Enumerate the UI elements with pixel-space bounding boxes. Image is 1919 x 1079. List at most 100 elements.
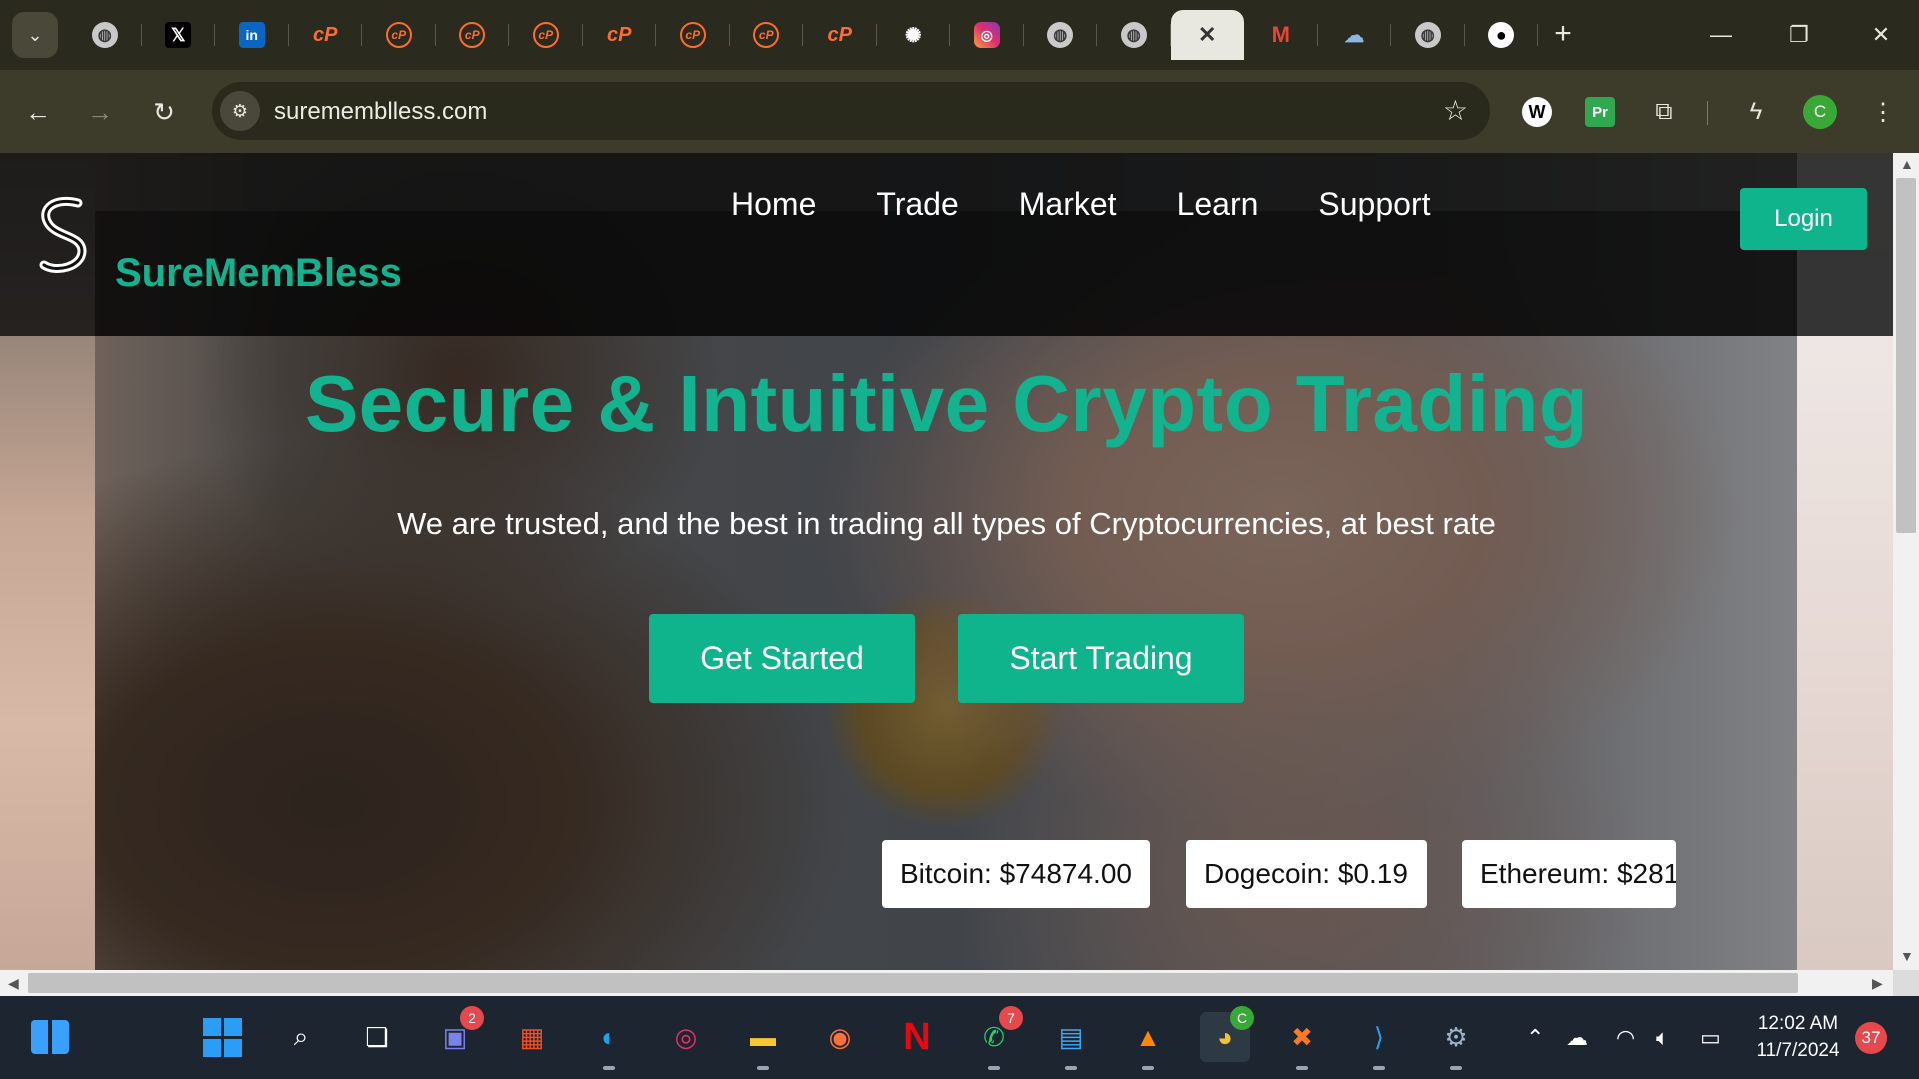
premiere-extension-icon[interactable]: Pr [1585,97,1615,127]
vscode-icon[interactable]: ⟩ [1354,1012,1404,1070]
browser-tab[interactable]: ✕ [1170,10,1244,60]
close-icon[interactable]: ✕ [1194,22,1220,48]
browser-tab[interactable]: in [215,10,289,60]
file-explorer-icon[interactable]: ▬ [738,1012,788,1070]
browser-tab[interactable]: ☁ [1318,10,1392,60]
browser-tab[interactable]: ◍ [68,10,142,60]
browser-tab[interactable]: cP [436,10,510,60]
chrome-icon[interactable]: ◕ C [1200,1006,1254,1062]
xampp-icon[interactable]: ✖ [1277,1012,1327,1070]
browser-tab[interactable]: ◎ [950,10,1024,60]
browser-tab[interactable]: cP [730,10,804,60]
whatsapp-icon[interactable]: ✆ 7 [969,1006,1023,1070]
nav-learn[interactable]: Learn [1177,186,1259,223]
cpanel-icon: cP [607,23,632,46]
reload-button[interactable]: ↻ [144,92,184,132]
cpanel-circle-icon: cP [459,22,486,48]
firefox-icon[interactable]: ◉ [815,1012,865,1062]
performance-icon[interactable]: ϟ [1736,92,1776,132]
nav-market[interactable]: Market [1019,186,1117,223]
profile-avatar[interactable]: C [1803,95,1837,129]
teams-icon[interactable]: ▣ 2 [430,1006,484,1062]
globe-icon: ◍ [1047,22,1074,48]
price-card-bitcoin: Bitcoin: $74874.00 [882,840,1150,908]
netflix-icon[interactable]: N [892,1012,942,1062]
minimize-button[interactable]: — [1691,12,1751,58]
browser-tab[interactable]: ◍ [1097,10,1171,60]
volume-icon[interactable]: 🔈︎ [1656,1025,1669,1051]
browser-tab[interactable]: ● [1465,10,1539,60]
browser-tab[interactable]: cP [656,10,730,60]
cpanel-circle-icon: cP [753,22,780,48]
vertical-scroll-thumb[interactable] [1896,178,1916,533]
chatgpt-icon: ✺ [904,24,922,47]
search-icon[interactable]: ⌕ [276,1012,326,1062]
globe-icon: ◍ [91,22,118,48]
task-view-icon[interactable]: ❏ [352,1012,402,1062]
cpanel-circle-icon: cP [385,22,412,48]
restore-button[interactable]: ❐ [1769,12,1829,58]
browser-tab[interactable]: M [1244,10,1318,60]
windows-start-icon[interactable] [197,1012,247,1062]
globe-icon: ◍ [1414,22,1441,48]
menu-kebab-icon[interactable]: ⋮ [1863,92,1903,132]
chrome-profile-badge: C [1230,1006,1254,1030]
browser-tab[interactable]: ◍ [1391,10,1465,60]
browser-tab[interactable]: cP [509,10,583,60]
brand-logo-icon[interactable] [34,195,94,285]
restore-icon: ❐ [1789,22,1809,47]
extensions-puzzle-icon[interactable]: ⧉ [1644,92,1684,132]
cloud-icon: ☁ [1344,24,1365,47]
site-info-button[interactable]: ⚙ [220,91,260,131]
whatsapp-badge: 7 [999,1006,1023,1030]
browser-tab[interactable]: cP [803,10,877,60]
vlc-icon[interactable]: ▲ [1123,1012,1173,1070]
wifi-icon[interactable]: ◠ [1616,1025,1635,1051]
wordpress-extension-icon[interactable]: W [1522,97,1552,127]
gmail-icon: M [1271,22,1290,47]
tab-search-button[interactable]: ⌄ [12,12,58,58]
browser-tab[interactable]: ✺ [877,10,951,60]
settings-gear-icon[interactable]: ⚙ [1431,1012,1481,1070]
browser-tab[interactable]: cP [583,10,657,60]
instagram-icon[interactable]: ◎ [661,1012,711,1062]
back-button[interactable]: ← [18,92,58,132]
scroll-up-arrow-icon[interactable]: ▲ [1900,156,1914,172]
browser-tab[interactable]: 𝕏 [142,10,216,60]
linkedin-icon: in [238,22,265,48]
start-trading-button[interactable]: Start Trading [958,614,1244,703]
show-hidden-icons-chevron-icon[interactable]: ⌃ [1526,1025,1544,1051]
browser-tab[interactable]: cP [289,10,363,60]
forward-button[interactable]: → [80,92,120,132]
onedrive-error-icon[interactable]: ☁ [1566,1025,1588,1051]
scroll-right-arrow-icon[interactable]: ▶ [1872,975,1883,992]
address-bar[interactable]: ⚙ surememblless.com ☆ [212,82,1490,140]
browser-tab[interactable]: ◍ [1024,10,1098,60]
nav-support[interactable]: Support [1318,186,1430,223]
new-tab-button[interactable]: + [1543,14,1583,54]
battery-icon[interactable]: ▭ [1700,1025,1721,1051]
login-button[interactable]: Login [1740,188,1867,250]
edge-icon[interactable]: ◐ [584,1012,634,1070]
nav-home[interactable]: Home [731,186,816,223]
browser-tab-strip: ⌄ ◍ 𝕏in cP cP cP cP cP cP cP cP ✺ ◎ ◍ ◍ ✕ M ☁ ◍ ● + — ❐ ✕ [0,0,1919,70]
tune-icon: ⚙ [231,100,249,121]
scroll-down-arrow-icon[interactable]: ▼ [1900,948,1914,964]
url-text[interactable]: surememblless.com [274,98,487,126]
scroll-left-arrow-icon[interactable]: ◀ [8,975,19,992]
close-icon: ✕ [1871,22,1891,47]
notification-count-badge[interactable]: 37 [1855,1022,1887,1054]
notepad-icon[interactable]: ▤ [1046,1012,1096,1070]
widgets-icon[interactable] [25,1012,75,1062]
system-clock[interactable]: 12:02 AM 11/7/2024 [1752,1010,1844,1064]
bookmark-star-icon[interactable]: ☆ [1443,94,1468,127]
close-window-button[interactable]: ✕ [1851,12,1911,58]
brand-name[interactable]: SureMemBless [115,251,402,296]
horizontal-scroll-thumb[interactable] [28,973,1798,993]
get-started-button[interactable]: Get Started [649,614,915,703]
clock-time: 12:02 AM [1757,1013,1839,1034]
cpanel-icon: cP [827,23,852,46]
browser-tab[interactable]: cP [362,10,436,60]
microsoft-store-icon[interactable]: ▦ [507,1012,557,1062]
nav-trade[interactable]: Trade [876,186,958,223]
